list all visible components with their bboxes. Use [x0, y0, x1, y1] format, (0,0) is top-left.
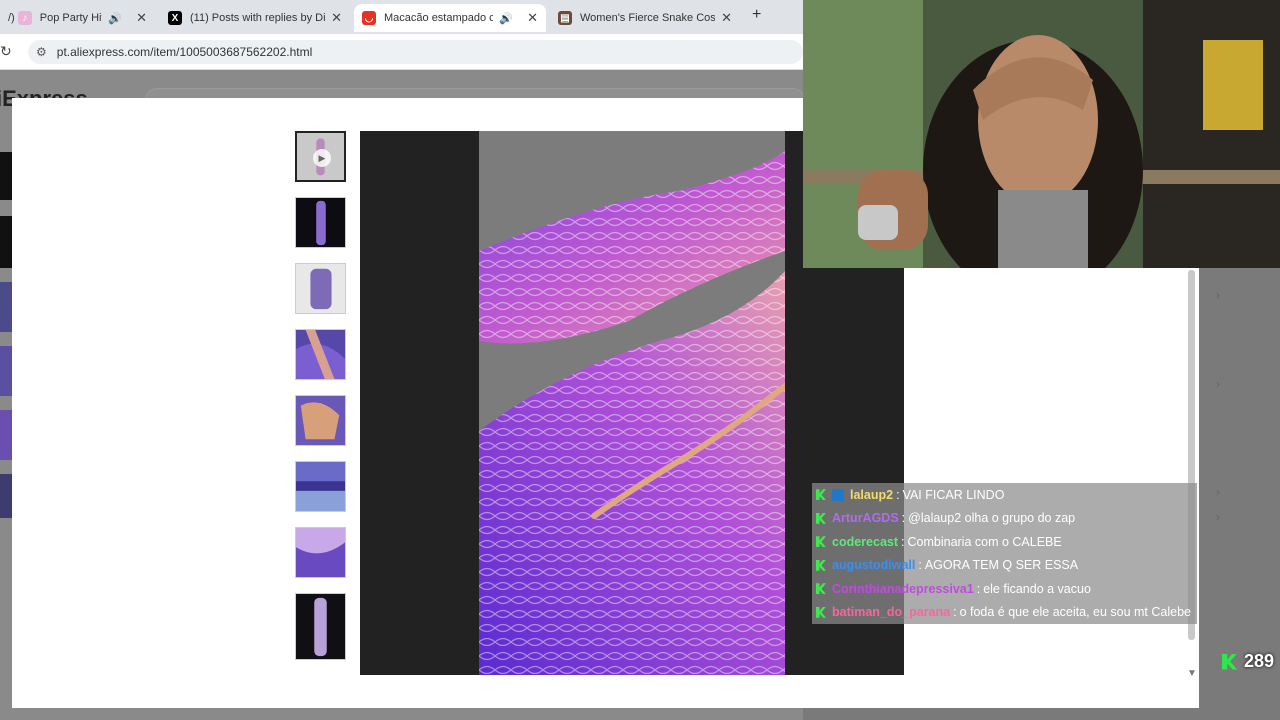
chat-text: Combinaria com o CALEBE — [907, 534, 1062, 549]
thumbnail-image — [296, 198, 345, 247]
chevron-right-icon[interactable]: › — [1216, 377, 1220, 391]
kick-badge-icon — [816, 512, 826, 524]
kick-badge-icon — [816, 489, 826, 501]
thumbnail-image — [296, 330, 345, 379]
chevron-right-icon[interactable]: › — [1216, 288, 1220, 302]
background-thumb — [0, 346, 12, 396]
chat-separator: : — [901, 534, 905, 549]
site-info-icon[interactable]: ⚙ — [36, 45, 47, 59]
close-icon[interactable]: ✕ — [527, 10, 538, 26]
speaker-icon[interactable]: 🔊 — [499, 12, 513, 25]
thumbnail-image — [296, 528, 345, 577]
thumbnail[interactable] — [295, 395, 346, 446]
chat-text: AGORA TEM Q SER ESSA — [924, 558, 1079, 573]
viewer-count-value: 289 — [1244, 651, 1275, 671]
close-icon[interactable]: ✕ — [331, 10, 342, 26]
chat-message: Corinthianadepressiva1 : ele ficando a v… — [812, 577, 1197, 601]
chat-message: augustodiwall : AGORA TEM Q SER ESSA — [812, 553, 1197, 577]
scroll-down-icon[interactable]: ▼ — [1187, 668, 1197, 679]
thumbnail-video[interactable]: ▶ — [295, 131, 346, 182]
chat-message: ArturAGDS : @lalaup2 olha o grupo do zap — [812, 506, 1197, 530]
chat-username[interactable]: ArturAGDS — [832, 511, 899, 525]
aliexpress-icon: ◡ — [362, 11, 376, 25]
thumbnail-image — [296, 264, 345, 313]
music-icon: ♪ — [17, 11, 32, 25]
thumbnail[interactable] — [295, 461, 346, 512]
reload-icon[interactable]: ↻ — [0, 43, 12, 60]
chat-username[interactable]: Corinthianadepressiva1 — [832, 582, 974, 596]
chat-separator: : — [953, 605, 957, 620]
snake-print-fabric-image — [479, 131, 785, 675]
kick-badge-icon — [816, 536, 826, 548]
thumbnail-image — [296, 396, 345, 445]
chat-separator: : — [901, 511, 906, 526]
chat-separator: : — [976, 581, 981, 596]
close-icon[interactable]: ✕ — [136, 10, 147, 26]
streamer-webcam-image — [803, 0, 1280, 268]
kick-logo-icon — [1222, 653, 1237, 670]
speaker-icon[interactable]: 🔊 — [108, 12, 122, 25]
thumbnail-image — [296, 594, 345, 659]
kick-badge-icon — [816, 559, 826, 571]
kick-badge-icon — [816, 606, 826, 618]
verified-badge-icon — [832, 488, 844, 501]
webcam-overlay — [803, 0, 1280, 268]
tab-pop-party[interactable]: /) ♪ Pop Party Hits Mix 🔊 ✕ — [0, 4, 155, 32]
chat-username[interactable]: augustodiwall — [832, 558, 915, 572]
chat-text: ele ficando a vacuo — [983, 581, 1091, 596]
chat-message: batiman_do_parana : o foda é que ele ace… — [812, 600, 1197, 624]
thumbnail[interactable] — [295, 263, 346, 314]
chat-message: coderecast : Combinaria com o CALEBE — [812, 530, 1197, 554]
tab-snake-costume[interactable]: ▤ Women's Fierce Snake Costume ✕ — [550, 4, 740, 32]
chat-text: @lalaup2 olha o grupo do zap — [908, 511, 1076, 526]
video-frame[interactable] — [479, 131, 785, 675]
tab-x-posts[interactable]: X (11) Posts with replies by Dibra ✕ — [160, 4, 350, 32]
tab-aliexpress[interactable]: ◡ Macacão estampado cobra 🔊 ✕ — [354, 4, 546, 32]
background-thumb — [0, 282, 12, 332]
url-field[interactable]: ⚙ pt.aliexpress.com/item/100500368756220… — [28, 40, 803, 64]
chevron-right-icon[interactable]: › — [1216, 485, 1220, 499]
background-thumb — [0, 410, 12, 460]
chat-separator: : — [896, 487, 900, 502]
chat-text: VAI FICAR LINDO — [902, 487, 1005, 502]
new-tab-button[interactable]: + — [752, 6, 761, 24]
chat-text: o foda é que ele aceita, eu sou mt Caleb… — [959, 605, 1191, 620]
tab-title: (11) Posts with replies by Dibra — [190, 12, 326, 24]
tab-title: Pop Party Hits Mix — [39, 12, 103, 24]
background-thumb — [0, 152, 12, 200]
background-thumb — [0, 474, 12, 518]
kick-badge-icon — [816, 583, 826, 595]
viewer-count: 289 — [1222, 651, 1274, 672]
thumbnail[interactable] — [295, 197, 346, 248]
chat-username[interactable]: batiman_do_parana — [832, 605, 950, 619]
chat-message: lalaup2 : VAI FICAR LINDO — [812, 483, 1197, 507]
chat-separator: : — [918, 558, 922, 573]
x-logo-icon: X — [168, 11, 182, 25]
thumbnail[interactable] — [295, 593, 346, 660]
close-icon[interactable]: ✕ — [721, 10, 732, 26]
shop-icon: ▤ — [558, 11, 572, 25]
chat-username[interactable]: lalaup2 — [850, 488, 893, 502]
stream-chat: lalaup2 : VAI FICAR LINDO ArturAGDS : @l… — [812, 483, 1197, 624]
background-thumb — [0, 216, 12, 268]
thumbnail-image — [296, 462, 345, 511]
tab-title: Macacão estampado cobra — [384, 12, 494, 24]
play-icon: ▶ — [313, 149, 331, 167]
chat-username[interactable]: coderecast — [832, 535, 898, 549]
chevron-right-icon[interactable]: › — [1216, 510, 1220, 524]
url-text: pt.aliexpress.com/item/1005003687562202.… — [56, 45, 313, 59]
tab-title: Women's Fierce Snake Costume — [580, 12, 716, 24]
thumbnail[interactable] — [295, 329, 346, 380]
thumbnail[interactable] — [295, 527, 346, 578]
tab-prefix: /) — [8, 12, 15, 24]
